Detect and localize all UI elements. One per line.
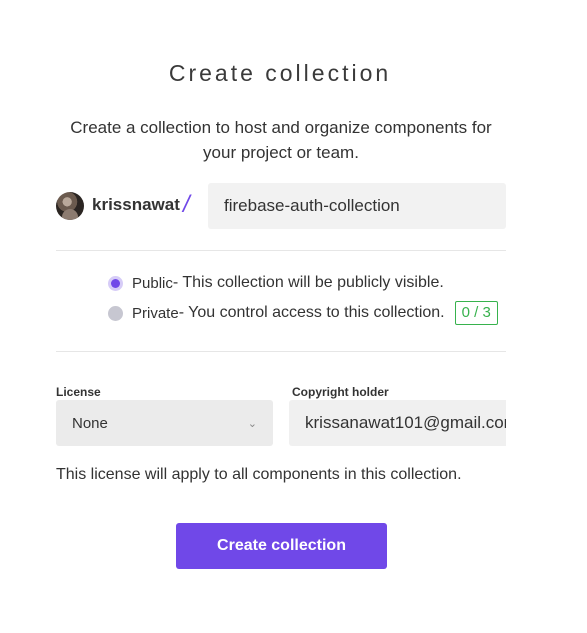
page-subtitle: Create a collection to host and organize… [70,118,492,162]
path-separator: / [183,191,190,218]
license-selected-value: None [72,414,108,432]
owner-username: krissnawat [92,195,180,214]
divider [56,351,506,352]
private-radio[interactable] [108,305,123,321]
license-label: License [56,385,101,399]
private-label: Private [132,304,179,322]
create-collection-button[interactable]: Create collection [176,523,387,569]
private-count-badge: 0 / 3 [454,301,498,325]
public-radio[interactable] [108,275,123,291]
visibility-option-public[interactable]: Public - This collection will be publicl… [108,273,444,293]
private-description: - You control access to this collection. [178,304,445,321]
license-select[interactable]: None ⌄ [56,400,273,446]
copyright-holder-input[interactable]: krissanawat101@gmail.com [289,400,506,446]
avatar [56,192,84,220]
license-note: This license will apply to all component… [56,466,462,483]
divider [56,250,506,251]
public-label: Public [132,274,173,292]
chevron-down-icon: ⌄ [247,417,257,430]
collection-owner-row: krissnawat / firebase-auth-collection [56,183,506,229]
visibility-option-private[interactable]: Private - You control access to this col… [108,301,498,325]
page-title: Create collection [168,60,392,86]
copyright-label: Copyright holder [292,385,389,399]
public-description: - This collection will be publicly visib… [172,274,444,291]
collection-name-input[interactable]: firebase-auth-collection [208,183,506,229]
